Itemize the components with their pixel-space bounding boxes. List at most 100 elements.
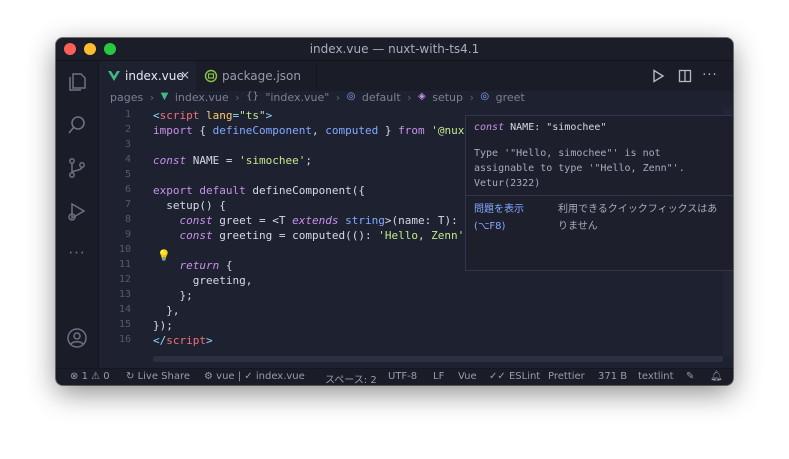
activity-bar: ··· <box>56 61 99 385</box>
vue-icon <box>108 71 120 81</box>
code-token: < <box>153 109 160 122</box>
code-line: <script lang="ts"> <box>153 109 272 122</box>
code-token: { <box>192 124 213 137</box>
code-token: defineComponent({ <box>245 184 365 197</box>
code-token: extends <box>292 214 339 227</box>
run-icon[interactable] <box>650 68 666 84</box>
prettier-item[interactable]: Prettier <box>548 371 585 382</box>
breadcrumb-item-default[interactable]: default <box>362 91 401 104</box>
line-number: 16 <box>118 334 131 345</box>
line-number: 15 <box>118 319 131 330</box>
code-token: NAME = <box>186 154 240 167</box>
error-count: 1 <box>81 371 88 382</box>
warning-icon: ⚠ <box>91 371 101 382</box>
breadcrumb-item-setup[interactable]: setup <box>432 91 463 104</box>
status-bar: ⊗ 1 ⚠ 0 ↻ Live Share ⚙ vue | ✓ index.vue… <box>56 368 733 385</box>
source-control-icon[interactable] <box>66 157 88 179</box>
line-number: 3 <box>124 139 131 150</box>
feedback-icon[interactable]: ✎ <box>686 371 694 382</box>
line-number: 6 <box>124 184 131 195</box>
breadcrumb-item-module[interactable]: "index.vue" <box>265 91 329 104</box>
chevron-right-icon: › <box>235 91 240 104</box>
search-icon[interactable] <box>66 114 88 136</box>
code-token: </ <box>153 334 167 347</box>
breadcrumb-item-greet[interactable]: greet <box>496 91 525 104</box>
code-line: export default defineComponent({ <box>153 184 365 197</box>
line-number: 14 <box>118 304 131 315</box>
more-icon[interactable]: ··· <box>64 242 90 264</box>
chevron-right-icon: › <box>407 91 412 104</box>
code-token: , <box>311 124 326 137</box>
account-icon[interactable] <box>66 327 88 349</box>
vue-icon: ▼ <box>160 91 169 102</box>
code-line: const NAME = 'simochee'; <box>153 154 312 167</box>
code-token: "ts" <box>239 109 266 122</box>
code-token: script <box>159 109 200 122</box>
live-share-icon: ↻ <box>126 371 135 382</box>
breadcrumb-item-pages[interactable]: pages <box>110 91 143 104</box>
chevron-right-icon: › <box>469 91 474 104</box>
horizontal-scrollbar[interactable] <box>153 356 723 362</box>
warning-count: 0 <box>103 371 110 382</box>
breadcrumb: pages › ▼ index.vue › {} "index.vue" › ◎… <box>99 91 733 107</box>
close-tab-icon[interactable]: × <box>180 68 190 82</box>
symbol-icon: ◎ <box>480 91 490 102</box>
code-line: import { defineComponent, computed } fro… <box>153 124 491 137</box>
breadcrumb-item-file[interactable]: index.vue <box>175 91 229 104</box>
textlint-item[interactable]: textlint <box>638 371 674 382</box>
hover-signature: const NAME: "simochee" <box>474 122 607 133</box>
code-line: }; <box>153 289 192 302</box>
indentation-item[interactable]: スペース: 2 <box>325 371 377 385</box>
eslint-label: ESLint <box>508 371 541 382</box>
file-size-item: 371 B <box>598 371 628 382</box>
view-problem-link[interactable]: 問題を表示 (⌥F8) <box>474 201 554 235</box>
code-line: const greet = <T extends string>(name: T… <box>153 214 491 227</box>
hover-error-message: Type '"Hello, simochee"' is not assignab… <box>474 148 685 189</box>
line-number: 2 <box>124 124 131 135</box>
notifications-bell-icon[interactable]: 🔔︎ <box>710 371 723 382</box>
tab-package-json[interactable]: package.json <box>196 61 317 91</box>
code-line: }); <box>153 319 173 332</box>
line-number: 4 <box>124 154 131 165</box>
editor-tabs: index.vue × package.json ··· <box>99 61 733 91</box>
window-title: index.vue — nuxt-with-ts4.1 <box>309 42 480 56</box>
code-token: }, <box>153 304 180 317</box>
code-line: }, <box>153 304 180 317</box>
code-token: greeting = computed((): <box>212 229 379 242</box>
live-share-button[interactable]: ↻ Live Share <box>126 371 190 382</box>
problems-indicator[interactable]: ⊗ 1 ⚠ 0 <box>70 371 110 382</box>
line-number: 1 <box>124 109 131 120</box>
code-token: return <box>179 259 220 272</box>
more-actions-icon[interactable]: ··· <box>702 68 718 84</box>
no-quick-fix-text: 利用できるクイックフィックスはありません <box>558 204 718 232</box>
symbol-icon: ◎ <box>346 91 356 102</box>
error-icon: ⊗ <box>70 371 79 382</box>
eol-item[interactable]: LF <box>433 371 444 382</box>
language-mode-item[interactable]: Vue <box>458 371 477 382</box>
code-token: 'simochee' <box>239 154 306 167</box>
editor-window: index.vue — nuxt-with-ts4.1 ··· index.vu… <box>56 38 733 385</box>
chevron-right-icon: › <box>149 91 155 104</box>
encoding-item[interactable]: UTF-8 <box>388 371 417 382</box>
npm-package-icon <box>204 69 218 83</box>
eslint-item[interactable]: ✓✓ ESLint <box>489 371 540 382</box>
hover-divider <box>466 195 733 196</box>
code-token: from <box>398 124 425 137</box>
split-editor-icon[interactable] <box>677 68 693 84</box>
code-token: } <box>378 124 399 137</box>
run-debug-icon[interactable] <box>66 200 88 222</box>
code-token: const <box>179 229 213 242</box>
vue-status-icon: ⚙ <box>204 371 213 382</box>
tab-label: index.vue <box>125 69 184 83</box>
vue-version-item[interactable]: ⚙ vue | ✓ index.vue <box>204 371 305 382</box>
lightbulb-icon[interactable]: 💡 <box>157 249 171 262</box>
tab-index-vue[interactable]: index.vue × <box>99 61 196 91</box>
code-token: greeting, <box>153 274 253 287</box>
explorer-icon[interactable] <box>66 71 88 93</box>
line-number: 11 <box>118 259 131 270</box>
code-token: default <box>199 184 246 197</box>
code-token: import <box>153 124 193 137</box>
